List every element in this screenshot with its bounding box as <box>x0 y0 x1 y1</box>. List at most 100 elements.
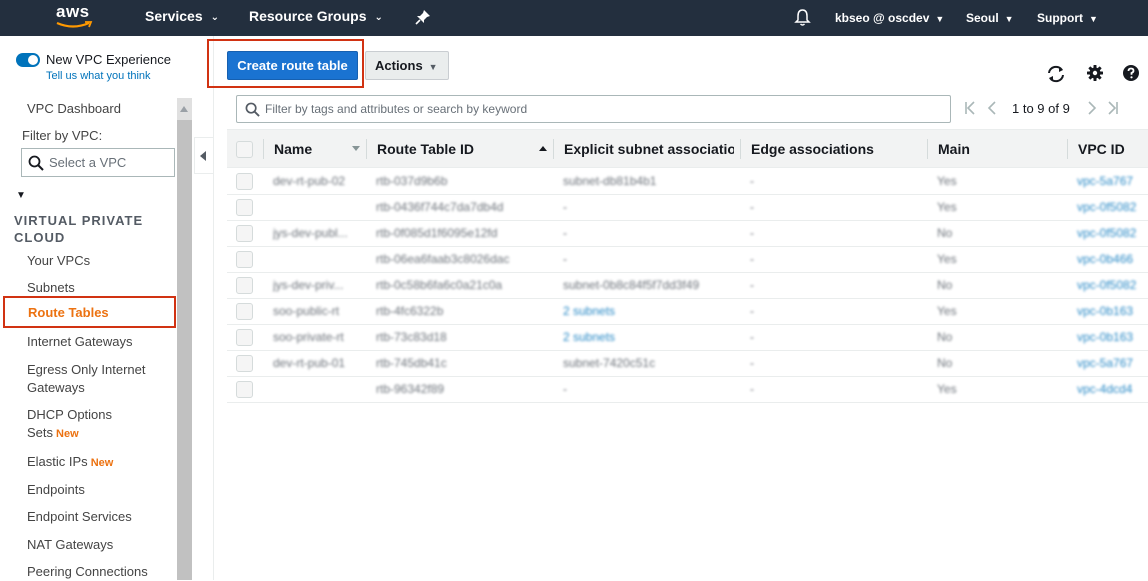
create-route-table-button[interactable]: Create route table <box>227 51 358 80</box>
search-icon <box>28 155 44 171</box>
cell-vpc-id-link[interactable]: vpc-0b466 <box>1077 252 1148 266</box>
sidebar-item-internet-gateways[interactable]: Internet Gateways <box>27 333 133 351</box>
cell-vpc-id-link[interactable]: vpc-4dcd4 <box>1077 382 1148 396</box>
column-header-name[interactable]: Name <box>274 141 354 157</box>
section-title-virtual-private-cloud: VIRTUAL PRIVATE CLOUD <box>14 213 144 245</box>
collapse-sidebar-button[interactable] <box>194 137 214 174</box>
chevron-down-icon: ▼ <box>1089 14 1098 24</box>
sidebar-item-egress-only-internet-gateways[interactable]: Egress Only Internet Gateways <box>27 361 146 397</box>
cell-subnet-association: - <box>563 382 567 396</box>
sidebar-item-subnets[interactable]: Subnets <box>27 279 75 297</box>
table-row[interactable]: dev-rt-pub-01 rtb-745db41c subnet-7420c5… <box>227 351 1148 377</box>
cell-main: No <box>937 278 953 292</box>
last-page-icon[interactable] <box>1107 101 1119 115</box>
table-row[interactable]: soo-public-rt rtb-4fc6322b 2 subnets - Y… <box>227 299 1148 325</box>
row-checkbox[interactable] <box>236 277 253 294</box>
next-page-icon[interactable] <box>1087 101 1097 115</box>
sidebar-item-dhcp-options-sets[interactable]: DHCP Options Sets New <box>27 406 112 443</box>
cell-vpc-id-link[interactable]: vpc-0f5082 <box>1077 200 1148 214</box>
row-checkbox[interactable] <box>236 251 253 268</box>
gear-icon[interactable] <box>1087 65 1103 81</box>
cell-vpc-id-link[interactable]: vpc-0b163 <box>1077 304 1148 318</box>
services-menu[interactable]: Services ⌄ <box>145 8 219 24</box>
sort-icon[interactable] <box>352 146 360 151</box>
column-header-route-table-id[interactable]: Route Table ID <box>377 141 537 157</box>
table-filter-placeholder: Filter by tags and attributes or search … <box>265 102 528 116</box>
cell-vpc-id-link[interactable]: vpc-0b163 <box>1077 330 1148 344</box>
pin-icon[interactable] <box>415 9 431 25</box>
scrollbar-thumb[interactable] <box>177 120 192 580</box>
new-vpc-experience-toggle[interactable] <box>16 53 40 67</box>
support-menu[interactable]: Support ▼ <box>1037 11 1098 25</box>
previous-page-icon[interactable] <box>987 101 997 115</box>
row-checkbox[interactable] <box>236 303 253 320</box>
sidebar-item-label: Egress Only Internet <box>27 362 146 377</box>
cell-vpc-id-link[interactable]: vpc-5a767 <box>1077 174 1148 188</box>
cell-edge-associations: - <box>750 382 754 396</box>
table-row[interactable]: jys-dev-priv... rtb-0c58b6fa6c0a21c0a su… <box>227 273 1148 299</box>
help-icon[interactable] <box>1123 65 1139 81</box>
row-checkbox[interactable] <box>236 225 253 242</box>
sidebar-item-vpc-dashboard[interactable]: VPC Dashboard <box>27 100 121 118</box>
cell-main: Yes <box>937 304 957 318</box>
row-checkbox[interactable] <box>236 329 253 346</box>
select-all-checkbox[interactable] <box>236 141 253 158</box>
row-checkbox[interactable] <box>236 381 253 398</box>
user-menu[interactable]: kbseo @ oscdev ▼ <box>835 11 944 25</box>
feedback-link[interactable]: Tell us what you think <box>46 70 151 82</box>
cell-main: Yes <box>937 382 957 396</box>
sidebar-divider <box>213 36 214 580</box>
cell-name: dev-rt-pub-02 <box>273 174 346 188</box>
column-header-edge-associations[interactable]: Edge associations <box>751 141 921 157</box>
cell-name: jys-dev-publ... <box>273 226 348 240</box>
cell-edge-associations: - <box>750 174 754 188</box>
column-header-vpc-id[interactable]: VPC ID <box>1078 141 1148 157</box>
table-row[interactable]: rtb-06ea6faab3c8026dac - - Yes vpc-0b466 <box>227 247 1148 273</box>
sidebar-scrollbar[interactable] <box>177 98 192 580</box>
cell-subnet-association: subnet-0b8c84f5f7dd3f49 <box>563 278 700 292</box>
cell-subnet-association-link[interactable]: 2 subnets <box>563 330 733 344</box>
cell-vpc-id-link[interactable]: vpc-0f5082 <box>1077 278 1148 292</box>
cell-vpc-id-link[interactable]: vpc-0f5082 <box>1077 226 1148 240</box>
sidebar-item-route-tables[interactable]: Route Tables <box>3 296 176 328</box>
column-header-explicit-subnet-association[interactable]: Explicit subnet association <box>564 141 734 157</box>
scroll-up-icon[interactable] <box>180 106 188 112</box>
sidebar-item-peering-connections[interactable]: Peering Connections <box>27 563 148 581</box>
chevron-down-icon: ⌄ <box>374 12 383 23</box>
vpc-filter-select[interactable]: Select a VPC <box>21 148 175 177</box>
cell-subnet-association-link[interactable]: 2 subnets <box>563 304 733 318</box>
sidebar-item-label: Sets <box>27 425 54 440</box>
bell-icon[interactable] <box>794 8 811 27</box>
sidebar-item-nat-gateways[interactable]: NAT Gateways <box>27 536 113 554</box>
table-filter-input[interactable]: Filter by tags and attributes or search … <box>236 95 951 123</box>
resource-groups-menu[interactable]: Resource Groups ⌄ <box>249 8 383 24</box>
refresh-icon[interactable] <box>1046 65 1066 83</box>
services-label: Services <box>145 8 203 24</box>
row-checkbox[interactable] <box>236 199 253 216</box>
table-row[interactable]: dev-rt-pub-02 rtb-037d9b6b subnet-db81b4… <box>227 169 1148 195</box>
aws-logo[interactable]: aws <box>52 2 98 33</box>
cell-main: No <box>937 356 953 370</box>
cell-vpc-id-link[interactable]: vpc-5a767 <box>1077 356 1148 370</box>
aws-logo-text: aws <box>56 2 90 21</box>
region-menu[interactable]: Seoul ▼ <box>966 11 1014 25</box>
sidebar-item-endpoints[interactable]: Endpoints <box>27 481 85 499</box>
table-row[interactable]: jys-dev-publ... rtb-0f085d1f6095e12fd - … <box>227 221 1148 247</box>
row-checkbox[interactable] <box>236 355 253 372</box>
cell-subnet-association: - <box>563 226 567 240</box>
table-row[interactable]: rtb-0436f744c7da7db4d - - Yes vpc-0f5082 <box>227 195 1148 221</box>
sort-ascending-icon[interactable] <box>539 146 547 151</box>
pagination-range: 1 to 9 of 9 <box>1012 101 1070 116</box>
sidebar-item-your-vpcs[interactable]: Your VPCs <box>27 252 90 270</box>
new-vpc-experience-label: New VPC Experience <box>46 52 171 67</box>
table-row[interactable]: rtb-96342f89 - - Yes vpc-4dcd4 <box>227 377 1148 403</box>
sidebar-item-endpoint-services[interactable]: Endpoint Services <box>27 508 132 526</box>
collapse-section-icon[interactable]: ▼ <box>16 190 26 201</box>
actions-dropdown-button[interactable]: Actions ▼ <box>365 51 449 80</box>
column-header-main[interactable]: Main <box>938 141 1058 157</box>
new-badge: New <box>90 457 114 469</box>
first-page-icon[interactable] <box>964 101 976 115</box>
sidebar-item-elastic-ips[interactable]: Elastic IPs New <box>27 453 113 472</box>
table-row[interactable]: soo-private-rt rtb-73c83d18 2 subnets - … <box>227 325 1148 351</box>
row-checkbox[interactable] <box>236 173 253 190</box>
